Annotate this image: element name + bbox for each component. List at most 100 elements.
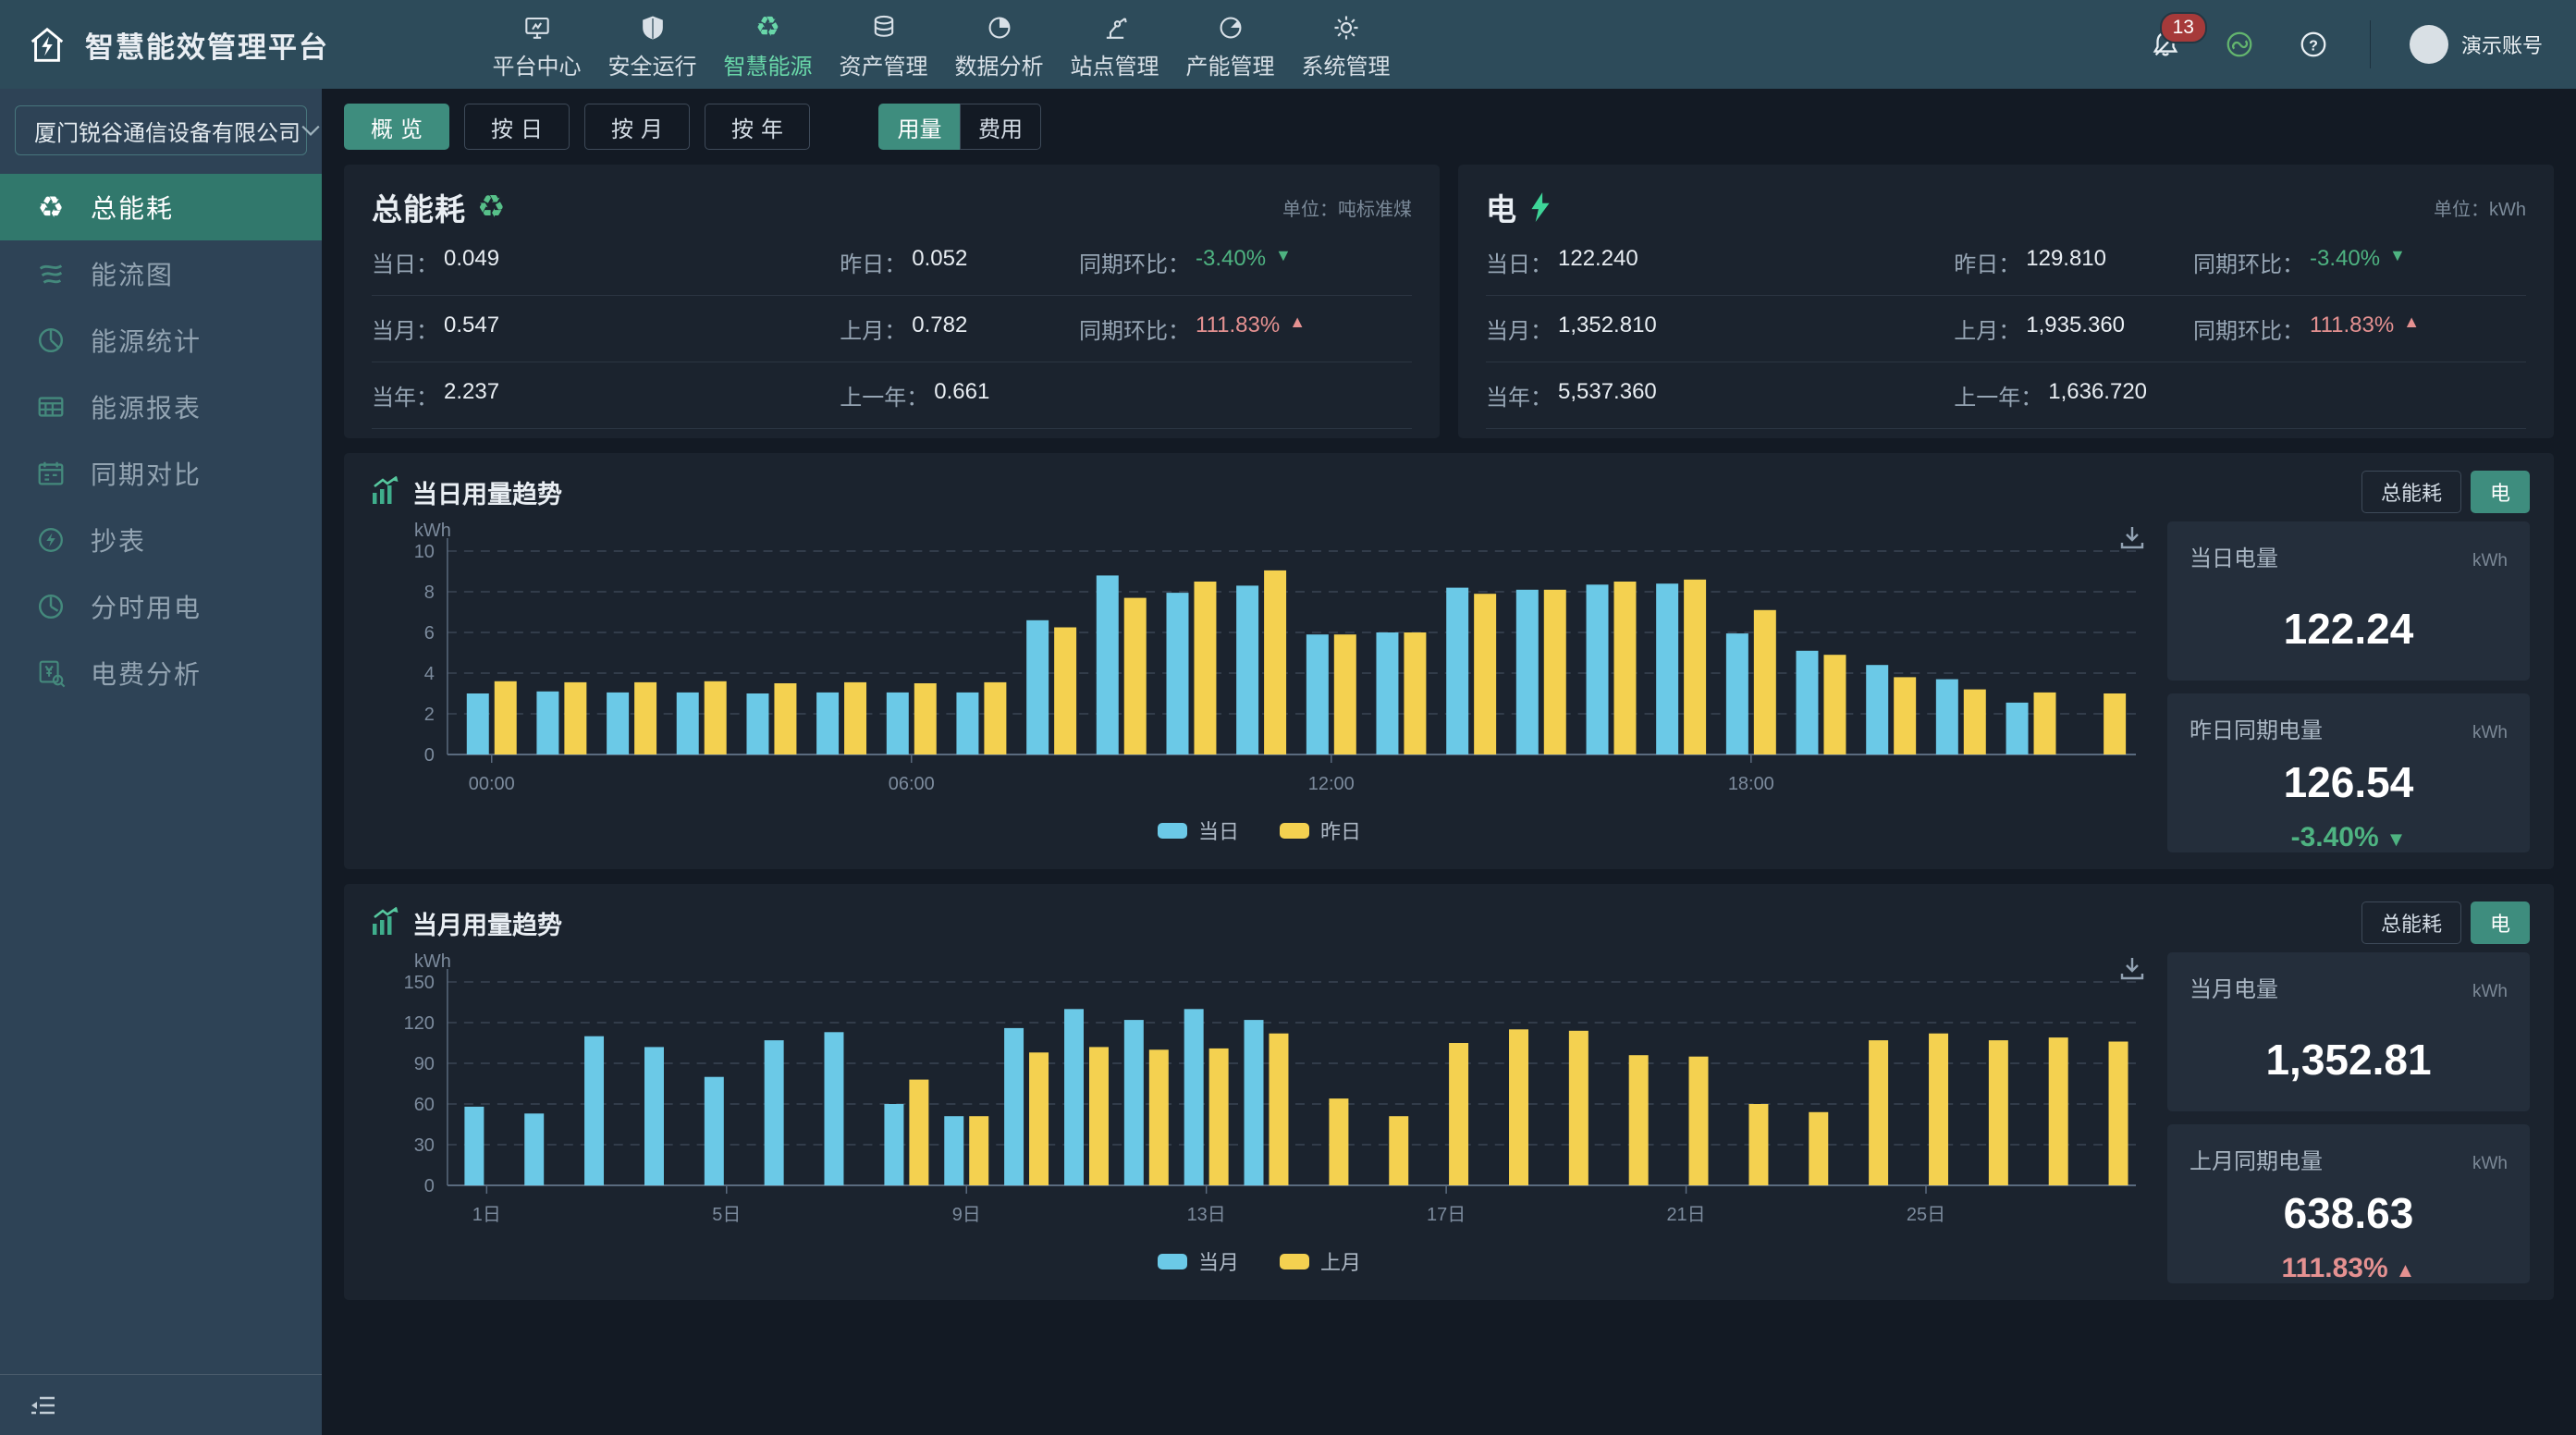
- user-menu[interactable]: 演示账号: [2410, 25, 2543, 64]
- nav-asset-management[interactable]: 资产管理: [826, 8, 941, 80]
- nav-site-management[interactable]: 站点管理: [1057, 8, 1172, 80]
- trend-down-icon: ▼: [1275, 246, 1292, 278]
- chevron-down-icon: [301, 124, 321, 137]
- legend-last-month[interactable]: 上月: [1280, 1246, 1361, 1276]
- nav-safe-operation[interactable]: 安全运行: [595, 8, 710, 80]
- download-icon[interactable]: [2117, 523, 2147, 553]
- stat-row: 当月1,352.810 上月1,935.360 同期环比111.83%▲: [1486, 296, 2526, 362]
- panel-title: 当日用量趋势: [368, 474, 562, 510]
- home-energy-logo-icon: [26, 23, 68, 66]
- main-content: 概览 按日 按月 按年 用量 费用 总能耗♻ 单位：吨标准煤 当日0.049 昨…: [322, 89, 2576, 1435]
- monthly-delta: 111.83%▲: [2190, 1253, 2508, 1284]
- legend-today[interactable]: 当日: [1158, 816, 1239, 845]
- current-month-energy-box: 当月电量kWh 1,352.81: [2167, 952, 2530, 1111]
- card-electricity: 电 单位：kWh 当日122.240 昨日129.810 同期环比-3.40%▼…: [1458, 165, 2554, 438]
- link-icon: [2224, 29, 2255, 60]
- legend-swatch-yellow: [1280, 823, 1309, 839]
- lightning-icon: [1528, 191, 1552, 223]
- recycle-icon: ♻: [477, 189, 506, 226]
- svg-text:6: 6: [424, 623, 435, 644]
- unit-note: 单位：kWh: [2434, 194, 2526, 221]
- nav-smart-energy[interactable]: ♻ 智慧能源: [710, 8, 826, 80]
- notification-badge: 13: [2160, 12, 2207, 43]
- pie-chart-icon: [986, 14, 1013, 42]
- legend-swatch-blue: [1158, 823, 1187, 839]
- nav-data-analysis[interactable]: 数据分析: [941, 8, 1057, 80]
- monthly-usage-chart: kWh03060901201501日5日9日13日17日21日25日 当月 上月: [368, 952, 2151, 1283]
- panel-title: 当月用量趋势: [368, 905, 562, 941]
- nav-capacity-management[interactable]: 产能管理: [1172, 8, 1288, 80]
- meter-bolt-icon: [35, 524, 67, 556]
- sidebar-item-energy-flow[interactable]: 能流图: [0, 240, 322, 307]
- company-selector[interactable]: 厦门锐谷通信设备有限公司: [15, 105, 307, 155]
- notifications-button[interactable]: 13: [2148, 27, 2183, 62]
- download-icon[interactable]: [2117, 954, 2147, 984]
- sidebar-spacer: [0, 706, 322, 1374]
- nav-system-management[interactable]: 系统管理: [1288, 8, 1404, 80]
- toggle-electricity[interactable]: 电: [2471, 901, 2530, 944]
- trend-down-icon: ▼: [2386, 828, 2407, 851]
- unit-note: 单位：吨标准煤: [1282, 194, 1412, 221]
- sidebar-item-total-energy[interactable]: ♻ 总能耗: [0, 174, 322, 240]
- svg-text:17日: 17日: [1427, 1205, 1466, 1225]
- energy-flow-icon: [35, 258, 67, 289]
- toggle-total-energy[interactable]: 总能耗: [2361, 901, 2461, 944]
- svg-text:00:00: 00:00: [469, 774, 515, 794]
- sidebar-menu: ♻ 总能耗 能流图 能源统计 能源报表 同期对比 抄表: [0, 174, 322, 706]
- tab-cost[interactable]: 费用: [960, 104, 1041, 150]
- calendar-compare-icon: [35, 458, 67, 489]
- summary-cards: 总能耗♻ 单位：吨标准煤 当日0.049 昨日0.052 同期环比-3.40%▼…: [344, 165, 2554, 438]
- svg-text:12:00: 12:00: [1308, 774, 1355, 794]
- view-tab-group: 概览 按日 按月 按年: [344, 104, 810, 150]
- tab-usage[interactable]: 用量: [878, 104, 960, 150]
- svg-text:kWh: kWh: [414, 521, 451, 541]
- trend-up-icon: ▲: [2403, 313, 2420, 345]
- stat-row: 当月0.547 上月0.782 同期环比111.83%▲: [372, 296, 1412, 362]
- svg-text:0: 0: [424, 1176, 435, 1196]
- help-button[interactable]: ?: [2296, 27, 2331, 62]
- view-toolbar: 概览 按日 按月 按年 用量 费用: [344, 104, 2554, 150]
- sidebar-item-period-compare[interactable]: 同期对比: [0, 440, 322, 507]
- database-icon: [870, 14, 898, 42]
- collapse-sidebar-icon[interactable]: [28, 1390, 59, 1421]
- sidebar-item-time-of-use[interactable]: 分时用电: [0, 573, 322, 640]
- svg-text:2: 2: [424, 705, 435, 725]
- tab-by-year[interactable]: 按年: [705, 104, 810, 150]
- sidebar-item-meter-reading[interactable]: 抄表: [0, 507, 322, 573]
- svg-text:13日: 13日: [1187, 1205, 1226, 1225]
- sidebar-item-energy-statistics[interactable]: 能源统计: [0, 307, 322, 374]
- sidebar-item-energy-report[interactable]: 能源报表: [0, 374, 322, 440]
- svg-text:0: 0: [424, 745, 435, 766]
- tab-overview[interactable]: 概览: [344, 104, 449, 150]
- toggle-total-energy[interactable]: 总能耗: [2361, 471, 2461, 513]
- svg-text:8: 8: [424, 583, 435, 603]
- nav-platform-center[interactable]: 平台中心: [479, 8, 595, 80]
- series-toggle-group: 总能耗 电: [2361, 471, 2530, 513]
- yesterday-energy-box: 昨日同期电量kWh 126.54 -3.40%▼: [2167, 693, 2530, 852]
- series-toggle-group: 总能耗 电: [2361, 901, 2530, 944]
- tab-by-day[interactable]: 按日: [464, 104, 570, 150]
- svg-text:?: ?: [2309, 38, 2318, 55]
- legend-yesterday[interactable]: 昨日: [1280, 816, 1361, 845]
- app-brand: 智慧能效管理平台: [26, 23, 423, 66]
- sidebar-item-cost-analysis[interactable]: 电费分析: [0, 640, 322, 706]
- tab-by-month[interactable]: 按月: [584, 104, 690, 150]
- capacity-pie-icon: [1217, 14, 1245, 42]
- card-title: 总能耗♻: [372, 185, 506, 229]
- svg-text:120: 120: [404, 1013, 435, 1034]
- today-energy-box: 当日电量kWh 122.24: [2167, 521, 2530, 681]
- svg-text:4: 4: [424, 664, 435, 684]
- sidebar: 厦门锐谷通信设备有限公司 ♻ 总能耗 能流图 能源统计 能源报表 同期对: [0, 89, 322, 1435]
- daily-trend-panel: 当日用量趋势 总能耗 电 kWh024681000:0006:0012:0018…: [344, 453, 2554, 869]
- link-status-button[interactable]: [2222, 27, 2257, 62]
- svg-text:18:00: 18:00: [1728, 774, 1774, 794]
- avatar: [2410, 25, 2448, 64]
- top-header: 智慧能效管理平台 平台中心 安全运行 ♻ 智慧能源 资产管理 数据分析 站点管理: [0, 0, 2576, 89]
- svg-text:30: 30: [414, 1135, 435, 1156]
- toggle-electricity[interactable]: 电: [2471, 471, 2530, 513]
- table-report-icon: [35, 391, 67, 423]
- legend-current-month[interactable]: 当月: [1158, 1246, 1239, 1276]
- current-month-energy-value: 1,352.81: [2190, 1035, 2508, 1085]
- chart-legend: 当日 昨日: [368, 814, 2151, 847]
- stat-row: 当年2.237 上一年0.661: [372, 362, 1412, 429]
